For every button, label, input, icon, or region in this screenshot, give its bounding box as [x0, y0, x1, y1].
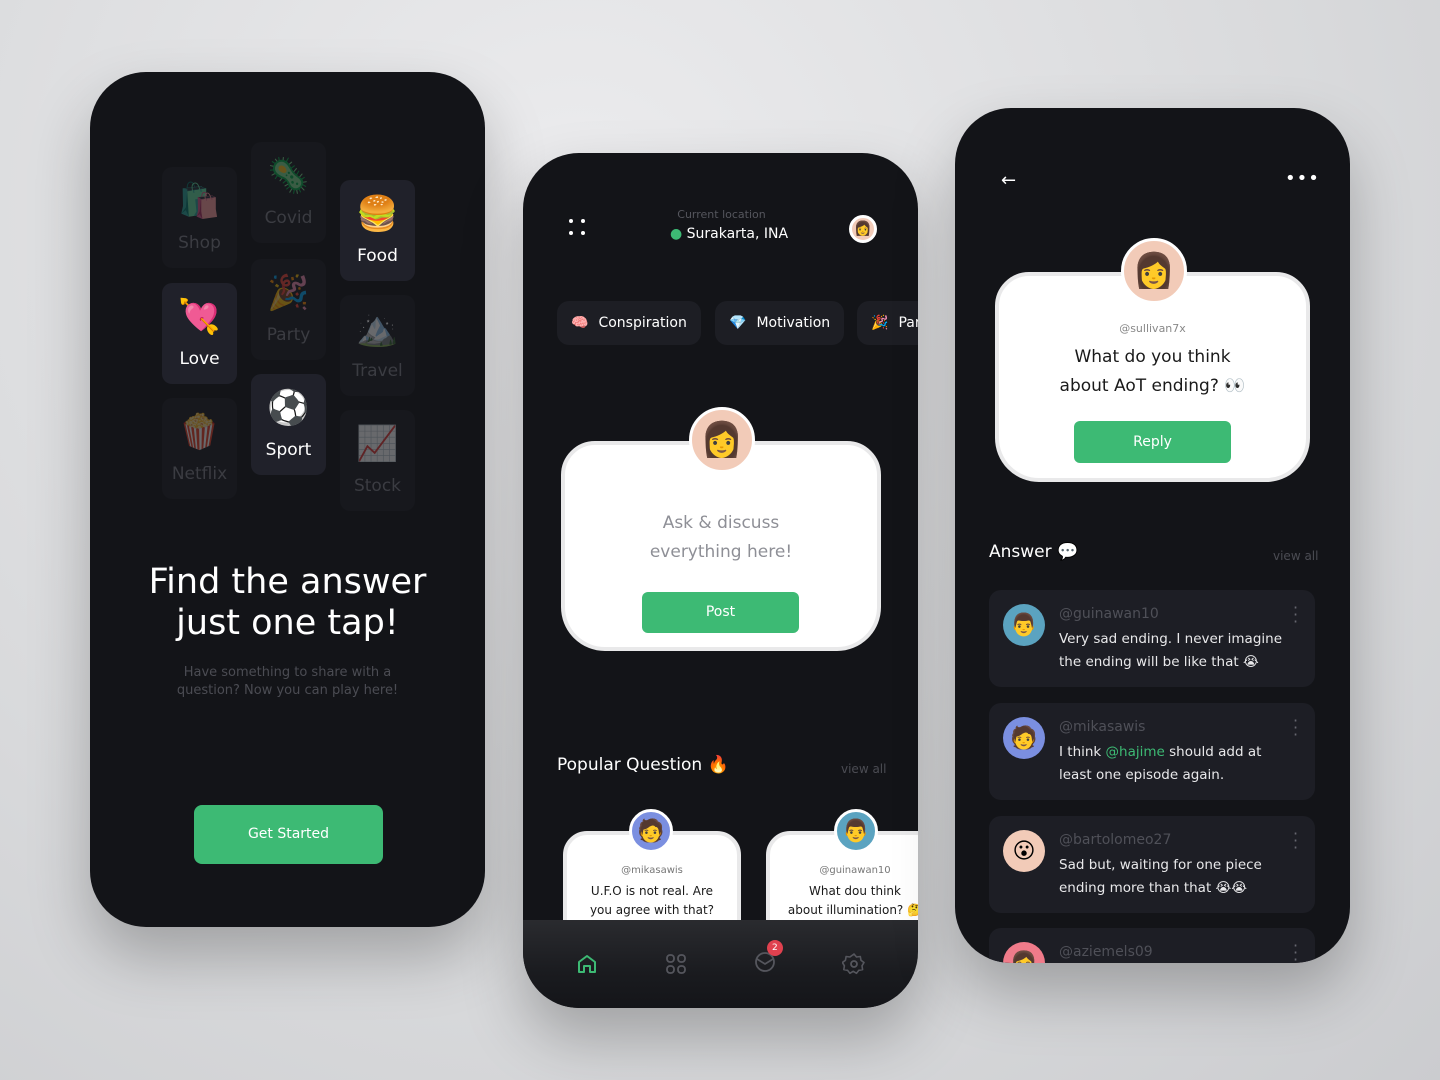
category-love[interactable]: 💘 Love — [162, 283, 237, 384]
answer-item[interactable]: 😮 @bartolomeo27 Sad but, waiting for one… — [989, 816, 1315, 913]
question-user: @sullivan7x — [1119, 322, 1186, 335]
kebab-menu-icon[interactable]: · · · — [1293, 826, 1299, 856]
category-label: Stock — [353, 476, 402, 496]
category-label: Travel — [352, 361, 403, 381]
question-user: @mikasawis — [621, 865, 683, 876]
answer-item[interactable]: 👩 @aziemels09 · · · — [989, 928, 1315, 963]
answer-avatar: 🧑 — [1003, 717, 1045, 759]
settings-icon[interactable] — [841, 952, 866, 976]
grid-icon[interactable] — [664, 952, 688, 976]
location-value: Surakarta, INA — [686, 226, 789, 242]
home-screen: Current location ● Surakarta, INA 👩 🧠 Con… — [523, 153, 918, 1008]
answer-item[interactable]: 🧑 @mikasawis I think @hajime should add … — [989, 703, 1315, 800]
location-pin-icon: ● — [669, 226, 683, 242]
category-netflix[interactable]: 🍿 Netflix — [162, 398, 237, 499]
answer-user: @mikasawis — [1059, 719, 1146, 735]
popular-question-title: Popular Question 🔥 — [557, 755, 729, 775]
category-party[interactable]: 🎉 Party — [251, 259, 326, 360]
answer-item[interactable]: 👨 @guinawan10 Very sad ending. I never i… — [989, 590, 1315, 687]
answer-avatar: 👩 — [1003, 942, 1045, 963]
question-avatar: 🧑 — [629, 809, 673, 853]
notification-badge: 2 — [766, 940, 783, 956]
virus-icon: 🦠 — [267, 156, 310, 196]
chip-party[interactable]: 🎉 Party — [857, 301, 918, 345]
question-line: What do you think — [1074, 347, 1231, 367]
gem-icon: 💎 — [729, 315, 747, 331]
burger-icon: 🍔 — [356, 194, 399, 234]
post-button[interactable]: Post — [642, 592, 799, 633]
category-label: Netflix — [171, 464, 228, 484]
question-line: What dou think — [809, 884, 901, 898]
brain-icon: 🧠 — [571, 315, 589, 331]
category-covid[interactable]: 🦠 Covid — [251, 142, 326, 243]
category-sport[interactable]: ⚽ Sport — [251, 374, 326, 475]
ask-line: Ask & discuss — [662, 513, 780, 533]
question-line: you agree with that? — [589, 903, 715, 917]
mountain-icon: 🏔️ — [356, 309, 399, 349]
answer-text: I think @hajime should add at least one … — [1059, 741, 1294, 787]
chip-motivation[interactable]: 💎 Motivation — [715, 301, 845, 345]
question-line: U.F.O is not real. Are — [590, 884, 714, 898]
profile-avatar[interactable]: 👩 — [849, 215, 877, 243]
get-started-button[interactable]: Get Started — [194, 805, 383, 864]
popcorn-icon: 🍿 — [178, 412, 221, 452]
question-line: about illumination? 🤔 — [787, 903, 918, 917]
answer-user: @bartolomeo27 — [1059, 832, 1172, 848]
category-label: Shop — [178, 233, 221, 253]
soccer-ball-icon: ⚽ — [267, 388, 310, 428]
party-popper-icon: 🎉 — [267, 273, 310, 313]
bottom-nav: 2 — [523, 920, 918, 1008]
chip-label: Party — [898, 315, 918, 331]
view-all-link[interactable]: view all — [1273, 549, 1318, 563]
question-line: about AoT ending? 👀 — [1059, 376, 1246, 396]
category-travel[interactable]: 🏔️ Travel — [340, 295, 415, 396]
user-avatar: 👩 — [689, 407, 755, 473]
kebab-menu-icon[interactable]: · · · — [1293, 938, 1299, 964]
subtitle-line: question? Now you can play here! — [176, 683, 399, 698]
mention-link[interactable]: @hajime — [1106, 744, 1165, 760]
category-stock[interactable]: 📈 Stock — [340, 410, 415, 511]
more-options-icon[interactable]: ••• — [1285, 168, 1320, 189]
heart-arrow-icon: 💘 — [178, 297, 221, 337]
answer-avatar: 👨 — [1003, 604, 1045, 646]
question-avatar: 👨 — [834, 809, 878, 853]
answer-user: @aziemels09 — [1059, 944, 1153, 960]
asker-avatar: 👩 — [1121, 238, 1187, 304]
onboarding-subtitle: Have something to share with a question?… — [90, 664, 485, 700]
category-label: Covid — [264, 208, 313, 228]
question-user: @guinawan10 — [819, 865, 891, 876]
chip-conspiration[interactable]: 🧠 Conspiration — [557, 301, 701, 345]
answer-text: Very sad ending. I never imagine the end… — [1059, 631, 1283, 670]
category-label: Party — [266, 325, 311, 345]
title-line: just one tap! — [176, 603, 399, 643]
shopping-bags-icon: 🛍️ — [178, 181, 221, 221]
answer-text-part: I think — [1059, 744, 1106, 760]
chip-label: Motivation — [756, 315, 831, 331]
answer-avatar: 😮 — [1003, 830, 1045, 872]
question-detail-screen: ← ••• @sullivan7x What do you think about… — [955, 108, 1350, 963]
category-label: Sport — [265, 440, 312, 460]
back-arrow-icon[interactable]: ← — [1001, 170, 1016, 191]
category-shop[interactable]: 🛍️ Shop — [162, 167, 237, 268]
chart-up-icon: 📈 — [356, 424, 399, 464]
kebab-menu-icon[interactable]: · · · — [1293, 713, 1299, 743]
reply-button[interactable]: Reply — [1074, 421, 1231, 463]
kebab-menu-icon[interactable]: · · · — [1293, 600, 1299, 630]
title-line: Find the answer — [148, 562, 427, 602]
answer-title: Answer 💬 — [989, 542, 1079, 562]
subtitle-line: Have something to share with a — [183, 665, 392, 680]
category-label: Love — [179, 349, 220, 369]
onboarding-screen: 🛍️ Shop 🦠 Covid 🍔 Food 💘 Love 🎉 Party 🏔️ Trave… — [90, 72, 485, 927]
chip-label: Conspiration — [598, 315, 687, 331]
ask-line: everything here! — [649, 542, 793, 562]
onboarding-title: Find the answer just one tap! — [90, 562, 485, 644]
messages-button[interactable]: 2 — [753, 940, 783, 978]
category-food[interactable]: 🍔 Food — [340, 180, 415, 281]
answer-user: @guinawan10 — [1059, 606, 1159, 622]
party-popper-icon: 🎉 — [871, 315, 889, 331]
home-icon[interactable] — [575, 952, 599, 976]
view-all-link[interactable]: view all — [841, 762, 886, 776]
answer-text: Sad but, waiting for one piece ending mo… — [1059, 857, 1262, 896]
category-label: Food — [357, 246, 398, 266]
